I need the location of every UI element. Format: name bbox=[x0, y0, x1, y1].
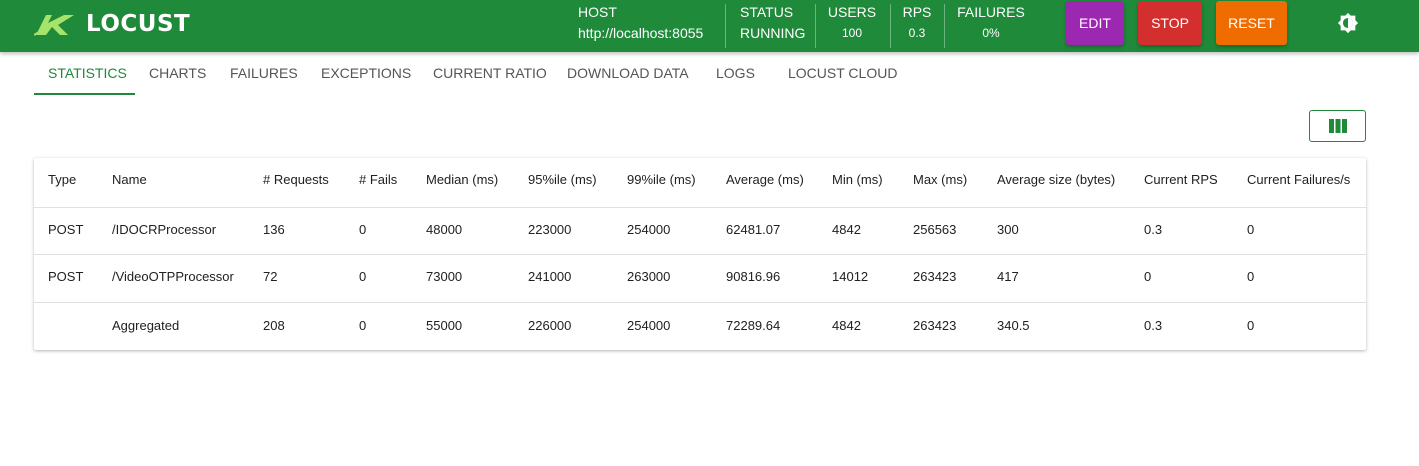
table-row: POST /IDOCRProcessor 136 0 48000 223000 … bbox=[34, 207, 1366, 255]
cell-name: /VideoOTPProcessor bbox=[112, 269, 234, 284]
cell-current-rps: 0.3 bbox=[1144, 318, 1163, 333]
users-label: USERS bbox=[827, 4, 877, 20]
tab-statistics[interactable]: STATISTICS bbox=[48, 65, 127, 81]
column-header-99ile[interactable]: 99%ile (ms) bbox=[627, 172, 696, 187]
tab-logs[interactable]: LOGS bbox=[716, 65, 755, 81]
divider bbox=[725, 4, 726, 48]
cell-average: 72289.64 bbox=[726, 318, 781, 333]
failures-label: FAILURES bbox=[957, 4, 1025, 20]
cell-95ile: 241000 bbox=[528, 269, 572, 284]
tab-bar: STATISTICS CHARTS FAILURES EXCEPTIONS CU… bbox=[34, 52, 934, 95]
cell-min: 4842 bbox=[832, 318, 861, 333]
cell-name: Aggregated bbox=[112, 318, 180, 333]
status-stat: STATUS RUNNING bbox=[740, 0, 810, 52]
column-header-median[interactable]: Median (ms) bbox=[426, 172, 498, 187]
cell-median: 73000 bbox=[426, 269, 463, 284]
cell-average-size: 300 bbox=[997, 222, 1019, 237]
cell-min: 14012 bbox=[832, 269, 869, 284]
logo-text: LOCUST bbox=[86, 11, 191, 37]
column-header-min[interactable]: Min (ms) bbox=[832, 172, 883, 187]
column-header-95ile[interactable]: 95%ile (ms) bbox=[528, 172, 597, 187]
cell-current-failures: 0 bbox=[1247, 318, 1255, 333]
active-tab-indicator bbox=[34, 93, 135, 95]
host-value: http://localhost:8055 bbox=[578, 25, 704, 41]
cell-average: 62481.07 bbox=[726, 222, 781, 237]
cell-max: 263423 bbox=[913, 269, 957, 284]
cell-current-rps: 0.3 bbox=[1144, 222, 1163, 237]
column-header-fails[interactable]: # Fails bbox=[359, 172, 397, 187]
divider bbox=[815, 4, 816, 48]
app-bar: LOCUST HOST http://localhost:8055 STATUS… bbox=[0, 0, 1419, 52]
tab-current-ratio[interactable]: CURRENT RATIO bbox=[433, 65, 547, 81]
cell-95ile: 226000 bbox=[528, 318, 572, 333]
column-header-type[interactable]: Type bbox=[48, 172, 76, 187]
cell-max: 263423 bbox=[913, 318, 957, 333]
cell-99ile: 263000 bbox=[627, 269, 671, 284]
tab-failures[interactable]: FAILURES bbox=[230, 65, 298, 81]
view-column-icon bbox=[1328, 119, 1347, 133]
column-header-current-rps[interactable]: Current RPS bbox=[1144, 172, 1218, 187]
cell-fails: 0 bbox=[359, 222, 367, 237]
divider bbox=[890, 4, 891, 48]
users-stat: USERS 100 bbox=[822, 0, 882, 52]
cell-type: POST bbox=[48, 269, 84, 284]
cell-current-rps: 0 bbox=[1144, 269, 1152, 284]
cell-requests: 72 bbox=[263, 269, 278, 284]
tab-locust-cloud[interactable]: LOCUST CLOUD bbox=[788, 65, 897, 81]
column-header-requests[interactable]: # Requests bbox=[263, 172, 329, 187]
table-row-aggregated: Aggregated 208 0 55000 226000 254000 722… bbox=[34, 302, 1366, 350]
table-row: POST /VideoOTPProcessor 72 0 73000 24100… bbox=[34, 254, 1366, 303]
users-value: 100 bbox=[841, 26, 863, 40]
cell-max: 256563 bbox=[913, 222, 957, 237]
host-stat: HOST http://localhost:8055 bbox=[578, 0, 718, 52]
cell-average-size: 417 bbox=[997, 269, 1019, 284]
failures-value: 0% bbox=[982, 26, 1000, 40]
theme-toggle-icon[interactable] bbox=[1337, 12, 1359, 34]
cell-name: /IDOCRProcessor bbox=[112, 222, 217, 237]
reset-button[interactable]: RESET bbox=[1216, 1, 1287, 45]
cell-min: 4842 bbox=[832, 222, 861, 237]
cell-requests: 208 bbox=[263, 318, 285, 333]
cell-99ile: 254000 bbox=[627, 222, 671, 237]
column-header-average[interactable]: Average (ms) bbox=[726, 172, 804, 187]
cell-95ile: 223000 bbox=[528, 222, 572, 237]
rps-stat: RPS 0.3 bbox=[897, 0, 937, 52]
status-label: STATUS bbox=[740, 4, 794, 20]
status-value: RUNNING bbox=[740, 25, 806, 41]
cell-median: 55000 bbox=[426, 318, 463, 333]
cell-current-failures: 0 bbox=[1247, 222, 1255, 237]
rps-label: RPS bbox=[902, 4, 932, 20]
host-label: HOST bbox=[578, 4, 617, 20]
divider bbox=[944, 4, 945, 48]
tab-charts[interactable]: CHARTS bbox=[149, 65, 206, 81]
column-selector-button[interactable] bbox=[1309, 110, 1366, 142]
stop-button[interactable]: STOP bbox=[1138, 1, 1202, 45]
column-header-current-failures[interactable]: Current Failures/s bbox=[1247, 172, 1350, 187]
column-header-name[interactable]: Name bbox=[112, 172, 147, 187]
rps-value: 0.3 bbox=[908, 26, 926, 40]
cell-fails: 0 bbox=[359, 318, 367, 333]
statistics-table: Type Name # Requests # Fails Median (ms)… bbox=[34, 158, 1366, 350]
column-header-max[interactable]: Max (ms) bbox=[913, 172, 967, 187]
locust-icon bbox=[34, 15, 74, 36]
edit-button[interactable]: EDIT bbox=[1066, 1, 1124, 45]
cell-99ile: 254000 bbox=[627, 318, 671, 333]
cell-fails: 0 bbox=[359, 269, 367, 284]
failures-stat: FAILURES 0% bbox=[955, 0, 1027, 52]
tab-download-data[interactable]: DOWNLOAD DATA bbox=[567, 65, 689, 81]
cell-average: 90816.96 bbox=[726, 269, 781, 284]
cell-requests: 136 bbox=[263, 222, 285, 237]
locust-logo[interactable]: LOCUST bbox=[34, 11, 190, 37]
cell-average-size: 340.5 bbox=[997, 318, 1030, 333]
column-header-average-size[interactable]: Average size (bytes) bbox=[997, 172, 1115, 187]
cell-current-failures: 0 bbox=[1247, 269, 1255, 284]
cell-median: 48000 bbox=[426, 222, 463, 237]
tab-exceptions[interactable]: EXCEPTIONS bbox=[321, 65, 411, 81]
table-header-row: Type Name # Requests # Fails Median (ms)… bbox=[34, 158, 1366, 208]
cell-type: POST bbox=[48, 222, 84, 237]
